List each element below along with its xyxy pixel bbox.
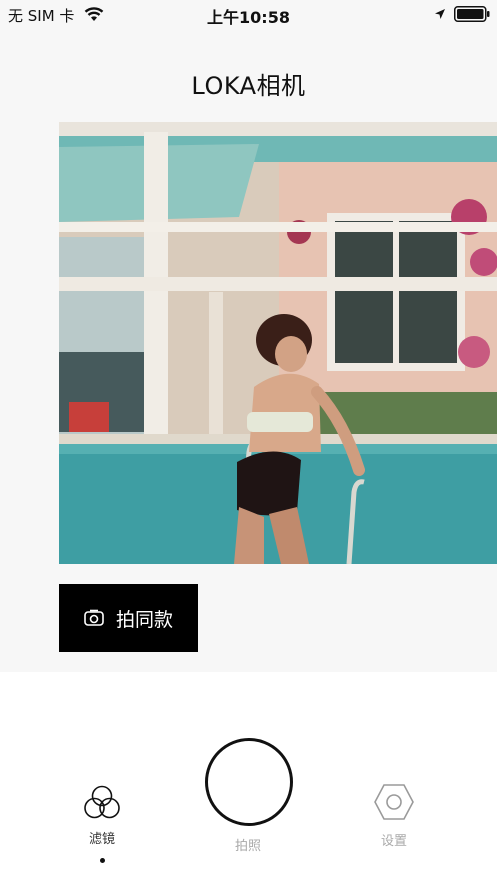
tab-filter[interactable]: 滤镜 [72,784,132,847]
tab-filter-label: 滤镜 [88,832,115,847]
active-tab-indicator [100,858,105,863]
location-arrow-icon [435,9,445,19]
battery-icon [454,6,490,22]
filter-icon [84,785,120,819]
tab-settings[interactable]: 设置 [364,782,424,849]
camera-icon [84,609,104,626]
page-title: LOKA相机 [191,72,306,101]
tab-settings-label: 设置 [380,834,407,849]
featured-photo[interactable] [59,122,497,564]
shutter-button[interactable] [205,738,293,826]
status-time: 上午10:58 [207,8,290,27]
photo-illustration [59,122,497,564]
tab-shoot-label: 拍照 [234,839,261,854]
settings-hexagon-icon [374,784,414,820]
take-same-button[interactable]: 拍同款 [59,584,198,652]
status-bar: 无 SIM 卡 上午10:58 [0,0,497,28]
take-same-label: 拍同款 [115,608,173,631]
